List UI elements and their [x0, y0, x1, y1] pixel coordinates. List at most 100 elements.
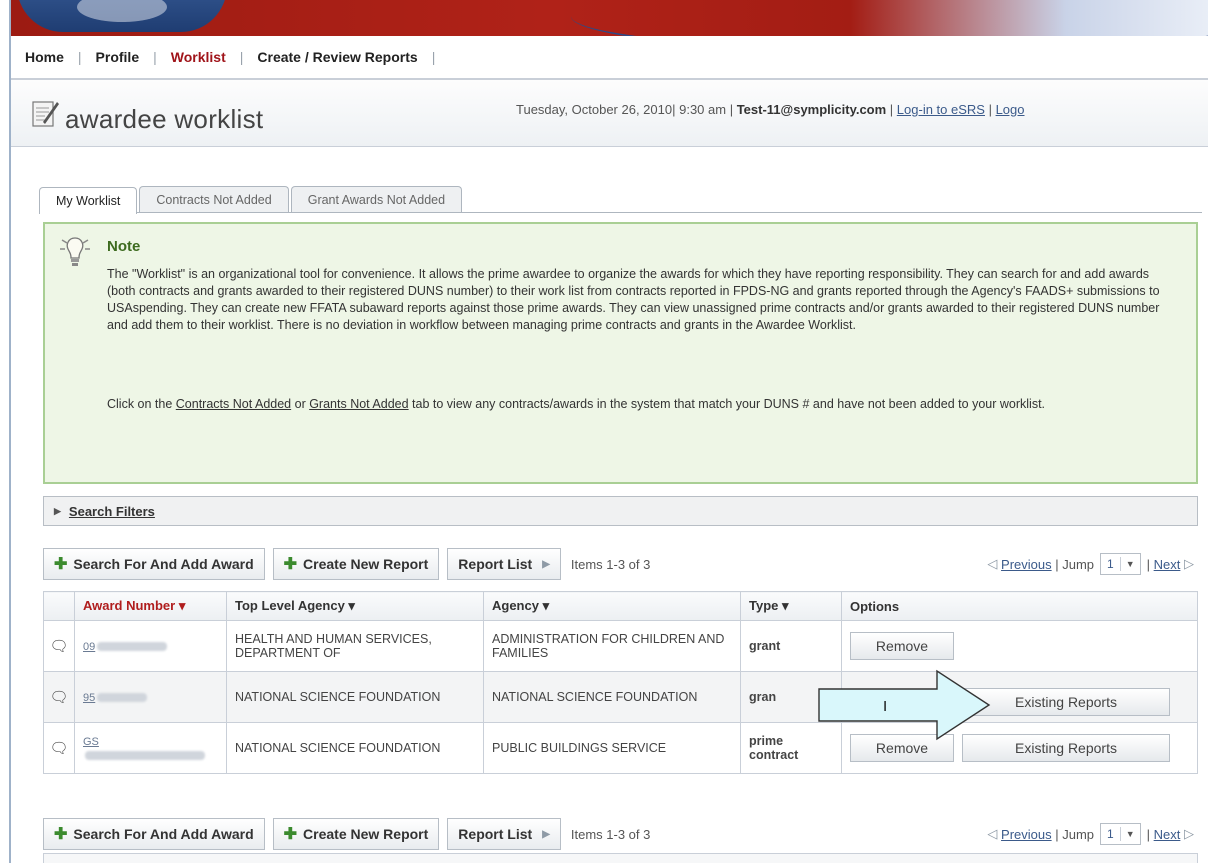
pagination: ◁ Previous | Jump 1 ▼ | Next ▷ — [987, 823, 1194, 845]
table-row: 🗨 GS NATIONAL SCIENCE FOUNDATION PUBLIC … — [43, 722, 1198, 774]
agency-seal-logo — [17, 0, 227, 32]
previous-arrow-icon: ◁ — [987, 826, 998, 841]
existing-reports-button[interactable]: Existing Reports — [962, 734, 1170, 762]
top-agency-cell: NATIONAL SCIENCE FOUNDATION — [226, 722, 484, 774]
top-level-agency-header[interactable]: Top Level Agency ▾ — [226, 591, 484, 621]
callout-arrow: I — [818, 669, 991, 741]
next-arrow-icon: ▷ — [1184, 556, 1194, 571]
main-nav: Home | Profile | Worklist | Create / Rev… — [11, 36, 1208, 80]
comment-icon[interactable]: 🗨 — [43, 620, 75, 672]
comment-icon[interactable]: 🗨 — [43, 671, 75, 723]
award-number-link[interactable]: GS — [83, 736, 99, 748]
table-footer-edge — [43, 853, 1198, 863]
plus-icon: ✚ — [283, 556, 298, 573]
icon-column-header — [43, 591, 75, 621]
dropdown-arrow-icon: ▼ — [1125, 829, 1135, 839]
arrow-right-icon: ▶ — [542, 558, 550, 570]
tab-grant-awards-not-added[interactable]: Grant Awards Not Added — [290, 186, 463, 213]
page-title: awardee worklist — [65, 104, 264, 134]
note-description: The "Worklist" is an organizational tool… — [107, 267, 1160, 332]
nav-create-review-reports[interactable]: Create / Review Reports — [243, 49, 431, 65]
nav-profile[interactable]: Profile — [82, 49, 154, 65]
plus-icon: ✚ — [54, 826, 68, 843]
agency-header[interactable]: Agency ▾ — [483, 591, 741, 621]
search-filters-toggle[interactable]: ▶ Search Filters — [43, 496, 1198, 526]
top-agency-cell: NATIONAL SCIENCE FOUNDATION — [226, 671, 484, 723]
agency-cell: PUBLIC BUILDINGS SERVICE — [483, 722, 741, 774]
lightbulb-icon — [60, 237, 90, 266]
arrow-right-icon: ▶ — [542, 828, 550, 840]
notepad-pencil-icon — [32, 101, 59, 127]
nav-separator: | — [431, 49, 436, 65]
bottom-toolbar: ✚ Search For And Add Award ✚ Create New Re… — [43, 814, 1198, 854]
awards-table: Award Number ▾ Top Level Agency ▾ Agency… — [43, 591, 1198, 774]
jump-select[interactable]: 1 ▼ — [1100, 553, 1141, 575]
search-and-add-award-button[interactable]: ✚ Search For And Add Award — [43, 818, 265, 850]
search-and-add-award-button[interactable]: ✚ Search For And Add Award — [43, 548, 265, 580]
session-info: Tuesday, October 26, 2010| 9:30 am | Tes… — [516, 102, 1025, 117]
agency-cell: NATIONAL SCIENCE FOUNDATION — [483, 671, 741, 723]
top-agency-cell: HEALTH AND HUMAN SERVICES, DEPARTMENT OF — [226, 620, 484, 672]
tab-contracts-not-added[interactable]: Contracts Not Added — [139, 186, 289, 213]
award-number-cell: GS — [74, 722, 227, 774]
nav-home[interactable]: Home — [11, 49, 78, 65]
previous-arrow-icon: ◁ — [987, 556, 998, 571]
note-panel: Note The "Worklist" is an organizational… — [43, 222, 1198, 484]
plus-icon: ✚ — [54, 556, 68, 573]
comment-icon[interactable]: 🗨 — [43, 722, 75, 774]
report-list-button[interactable]: Report List ▶ — [447, 548, 561, 580]
table-header-row: Award Number ▾ Top Level Agency ▾ Agency… — [43, 591, 1198, 621]
caret-right-icon: ▶ — [54, 505, 61, 516]
table-row: 🗨 09 HEALTH AND HUMAN SERVICES, DEPARTME… — [43, 620, 1198, 672]
grants-not-added-link[interactable]: Grants Not Added — [309, 397, 408, 411]
items-count: Items 1-3 of 3 — [570, 826, 651, 842]
tab-my-worklist[interactable]: My Worklist — [39, 187, 138, 214]
next-arrow-icon: ▷ — [1184, 826, 1194, 841]
note-title: Note — [107, 238, 141, 255]
jump-select[interactable]: 1 ▼ — [1100, 823, 1141, 845]
type-cell: grant — [740, 620, 842, 672]
contracts-not-added-link[interactable]: Contracts Not Added — [176, 397, 291, 411]
award-number-cell: 95 — [74, 671, 227, 723]
remove-button[interactable]: Remove — [850, 632, 954, 660]
options-cell: Remove — [841, 620, 1198, 672]
jump-label: Jump — [1062, 826, 1095, 842]
user-email: Test-11@symplicity.com — [736, 102, 887, 117]
note-instructions: Click on the Contracts Not Added or Gran… — [107, 397, 1046, 411]
options-header: Options — [841, 591, 1198, 621]
top-toolbar: ✚ Search For And Add Award ✚ Create New Re… — [43, 544, 1198, 584]
jump-label: Jump — [1062, 556, 1095, 572]
type-header[interactable]: Type ▾ — [740, 591, 842, 621]
previous-link[interactable]: Previous — [1001, 827, 1052, 842]
award-number-header[interactable]: Award Number ▾ — [74, 591, 227, 621]
award-number-cell: 09 — [74, 620, 227, 672]
next-link[interactable]: Next — [1154, 827, 1181, 842]
pagination: ◁ Previous | Jump 1 ▼ | Next ▷ — [987, 553, 1194, 575]
award-number-link[interactable]: 95 — [83, 692, 95, 704]
report-list-button[interactable]: Report List ▶ — [447, 818, 561, 850]
redacted-text — [85, 751, 205, 761]
dropdown-arrow-icon: ▼ — [1125, 559, 1135, 569]
redacted-text — [97, 693, 148, 703]
next-link[interactable]: Next — [1154, 557, 1181, 572]
create-new-report-button[interactable]: ✚ Create New Report — [272, 818, 440, 850]
site-banner — [11, 0, 1208, 36]
current-time: 9:30 am — [679, 102, 727, 117]
banner-swoosh — [571, 0, 1208, 36]
tab-divider — [39, 212, 1202, 213]
agency-cell: ADMINISTRATION FOR CHILDREN AND FAMILIES — [483, 620, 741, 672]
redacted-text — [97, 642, 168, 652]
search-filters-label: Search Filters — [68, 503, 155, 519]
login-esrs-link[interactable]: Log-in to eSRS — [897, 102, 985, 117]
worklist-tabs: My Worklist Contracts Not Added Grant Aw… — [39, 184, 464, 214]
nav-worklist[interactable]: Worklist — [157, 49, 240, 65]
browser-frame: Home | Profile | Worklist | Create / Rev… — [9, 0, 1208, 863]
previous-link[interactable]: Previous — [1001, 557, 1052, 572]
plus-icon: ✚ — [283, 826, 298, 843]
logout-link[interactable]: Logo — [996, 102, 1025, 117]
callout-text: I — [883, 698, 887, 715]
existing-reports-button[interactable]: Existing Reports — [962, 687, 1170, 716]
create-new-report-button[interactable]: ✚ Create New Report — [272, 548, 440, 580]
current-date: Tuesday, October 26, 2010 — [516, 102, 673, 117]
award-number-link[interactable]: 09 — [83, 641, 95, 653]
